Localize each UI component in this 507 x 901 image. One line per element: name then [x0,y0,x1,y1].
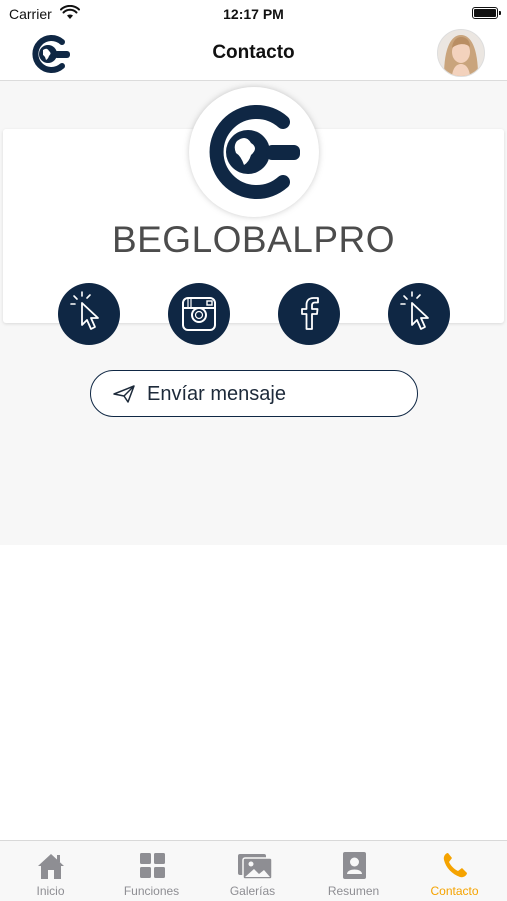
send-message-button[interactable]: Envíar mensaje [90,370,418,417]
phone-icon [443,853,467,878]
globe-logo-icon [209,105,300,199]
tab-label-funciones: Funciones [123,884,180,898]
send-message-label: Envíar mensaje [147,383,286,405]
web-link-button[interactable] [388,283,450,345]
tab-galerias[interactable]: Galerías [202,841,303,901]
tab-label-galerias: Galerías [229,884,276,898]
profile-logo [191,89,317,215]
profile-card-icon [343,852,366,879]
tab-label-resumen: Resumen [327,884,380,898]
home-icon [38,854,64,879]
tab-label-contacto: Contacto [430,884,479,898]
battery-icon [472,7,501,19]
tab-label-inicio: Inicio [36,884,65,898]
status-bar: Carrier 12:17 PM [0,0,507,28]
instagram-icon [182,297,216,331]
tab-bar: Inicio Funciones Galerías Resumen Contac… [0,840,507,901]
paper-plane-icon [113,385,135,403]
navigation-bar: Contacto [0,28,507,81]
tab-contacto[interactable]: Contacto [404,841,505,901]
clock: 12:17 PM [223,6,284,22]
website-link-button[interactable] [58,283,120,345]
cursor-click-icon [400,291,429,330]
content-area: BEGLOBALPRO Envíar mensaje [0,81,507,545]
page-title: Contacto [212,42,295,63]
facebook-icon [301,297,319,330]
avatar-portrait-icon [438,30,484,76]
cursor-click-icon [70,291,99,330]
facebook-button[interactable] [278,283,340,345]
avatar[interactable] [437,29,485,77]
tab-inicio[interactable]: Inicio [0,841,101,901]
gallery-icon [238,854,273,880]
tab-resumen[interactable]: Resumen [303,841,404,901]
brand-name: BEGLOBALPRO [111,219,396,260]
instagram-button[interactable] [168,283,230,345]
tab-funciones[interactable]: Funciones [101,841,202,901]
grid-icon [140,853,165,878]
